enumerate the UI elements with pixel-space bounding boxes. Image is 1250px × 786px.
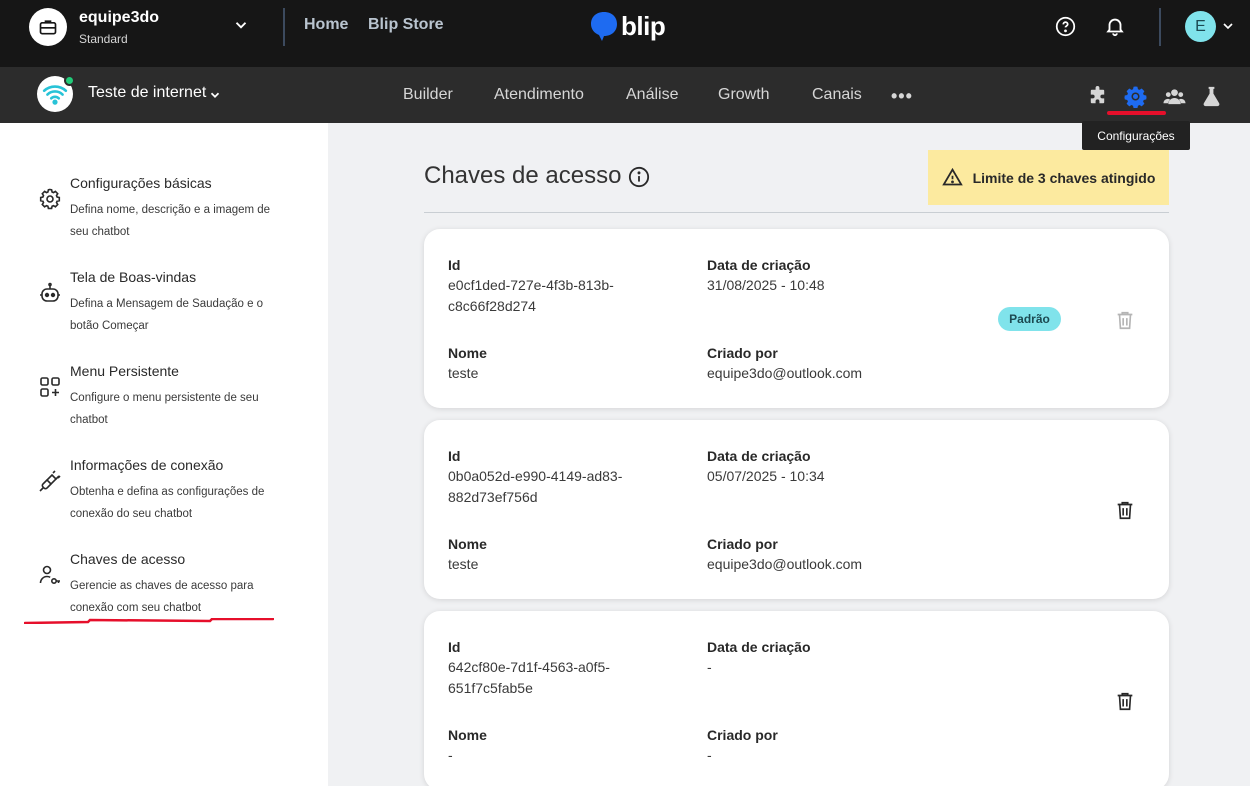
flask-icon[interactable] bbox=[1200, 85, 1223, 108]
limit-alert-text: Limite de 3 chaves atingido bbox=[972, 169, 1156, 186]
sidebar-item-chaves-acesso[interactable]: Chaves de acesso Gerencie as chaves de a… bbox=[38, 551, 298, 621]
key-id-line1: e0cf1ded-727e-4f3b-813b- bbox=[448, 277, 614, 293]
access-key-card: Id e0cf1ded-727e-4f3b-813b- c8c66f28d274… bbox=[424, 229, 1169, 408]
sidebar-item-boas-vindas[interactable]: Tela de Boas-vindas Defina a Mensagem de… bbox=[38, 269, 298, 339]
created-at-label: Data de criação bbox=[707, 639, 811, 655]
briefcase-icon[interactable] bbox=[29, 8, 67, 46]
created-by-label: Criado por bbox=[707, 536, 778, 552]
top-bar: equipe3do Standard Home Blip Store blip … bbox=[0, 0, 1250, 67]
created-at-value: 31/08/2025 - 10:48 bbox=[707, 277, 825, 293]
created-by-label: Criado por bbox=[707, 345, 778, 361]
nav-atendimento[interactable]: Atendimento bbox=[494, 86, 584, 104]
id-label: Id bbox=[448, 448, 461, 464]
key-id-line2: 651f7c5fab5e bbox=[448, 680, 533, 696]
online-status-dot bbox=[64, 75, 75, 86]
sidebar-item-title: Informações de conexão bbox=[70, 457, 224, 473]
name-label: Nome bbox=[448, 536, 487, 552]
sidebar-item-desc: Gerencie as chaves de acesso para conexã… bbox=[70, 580, 254, 614]
key-id-line1: 0b0a052d-e990-4149-ad83- bbox=[448, 468, 623, 484]
key-id-line2: c8c66f28d274 bbox=[448, 298, 536, 314]
name-value: teste bbox=[448, 556, 479, 572]
logo-text: blip bbox=[621, 10, 666, 41]
blip-store-link[interactable]: Blip Store bbox=[368, 16, 444, 34]
created-by-value: equipe3do@outlook.com bbox=[707, 365, 863, 381]
created-by-value: - bbox=[707, 747, 712, 763]
nav-builder[interactable]: Builder bbox=[403, 86, 453, 104]
settings-sidebar: Configurações básicas Defina nome, descr… bbox=[0, 123, 328, 786]
access-key-card: Id 642cf80e-7d1f-4563-a0f5- 651f7c5fab5e… bbox=[424, 611, 1169, 786]
home-link[interactable]: Home bbox=[304, 16, 348, 34]
gear-icon[interactable] bbox=[1124, 85, 1147, 108]
sidebar-item-desc: Configure o menu persistente de seu chat… bbox=[70, 392, 259, 426]
divider bbox=[424, 212, 1169, 213]
divider bbox=[283, 8, 285, 46]
name-value: - bbox=[448, 747, 453, 763]
name-value: teste bbox=[448, 365, 479, 381]
tooltip-configuracoes: Configurações bbox=[1082, 121, 1190, 150]
bot-name[interactable]: Teste de internet bbox=[88, 84, 206, 102]
plug-icon bbox=[39, 470, 61, 492]
gear-icon bbox=[39, 188, 61, 210]
sidebar-item-configuracoes-basicas[interactable]: Configurações básicas Defina nome, descr… bbox=[38, 175, 298, 245]
sidebar-item-title: Chaves de acesso bbox=[70, 551, 186, 567]
sidebar-item-menu-persistente[interactable]: Menu Persistente Configure o menu persis… bbox=[38, 363, 298, 433]
created-by-label: Criado por bbox=[707, 727, 778, 743]
sidebar-item-informacoes-conexao[interactable]: Informações de conexão Obtenha e defina … bbox=[38, 457, 298, 527]
bot-nav-bar: Teste de internet Builder Atendimento An… bbox=[0, 67, 1250, 123]
trash-icon[interactable] bbox=[1114, 499, 1136, 521]
info-icon[interactable] bbox=[628, 166, 650, 188]
sidebar-item-desc: Defina a Mensagem de Saudação e o botão … bbox=[70, 298, 264, 332]
chevron-down-icon[interactable] bbox=[208, 88, 222, 102]
divider bbox=[1159, 8, 1161, 46]
trash-icon[interactable] bbox=[1114, 690, 1136, 712]
sidebar-item-title: Tela de Boas-vindas bbox=[70, 269, 197, 285]
blip-bubble-icon bbox=[591, 12, 617, 41]
trash-icon bbox=[1117, 311, 1133, 330]
grid-plus-icon bbox=[40, 377, 60, 397]
access-key-card: Id 0b0a052d-e990-4149-ad83- 882d73ef756d… bbox=[424, 420, 1169, 599]
created-by-value: equipe3do@outlook.com bbox=[707, 556, 863, 572]
workspace-name[interactable]: equipe3do bbox=[79, 9, 159, 27]
nav-growth[interactable]: Growth bbox=[718, 86, 770, 104]
name-label: Nome bbox=[448, 727, 487, 743]
active-tab-indicator bbox=[1107, 111, 1166, 115]
robot-icon bbox=[40, 282, 60, 302]
warning-icon bbox=[941, 167, 963, 186]
avatar[interactable]: E bbox=[1185, 11, 1216, 42]
key-id-line2: 882d73ef756d bbox=[448, 489, 538, 505]
chevron-down-icon[interactable] bbox=[232, 16, 250, 34]
nav-canais[interactable]: Canais bbox=[812, 86, 862, 104]
highlight-underline bbox=[24, 618, 274, 624]
created-at-label: Data de criação bbox=[707, 257, 811, 273]
created-at-value: - bbox=[707, 659, 712, 675]
blip-logo[interactable]: blip bbox=[590, 10, 666, 42]
sidebar-item-desc: Obtenha e defina as configurações de con… bbox=[70, 486, 265, 520]
created-at-value: 05/07/2025 - 10:34 bbox=[707, 468, 825, 484]
puzzle-icon[interactable] bbox=[1086, 85, 1109, 108]
sidebar-item-desc: Defina nome, descrição e a imagem de seu… bbox=[70, 204, 271, 238]
users-icon[interactable] bbox=[1163, 85, 1186, 108]
sidebar-item-title: Configurações básicas bbox=[70, 175, 212, 191]
key-id-line1: 642cf80e-7d1f-4563-a0f5- bbox=[448, 659, 610, 675]
default-badge: Padrão bbox=[998, 307, 1061, 331]
sidebar-item-title: Menu Persistente bbox=[70, 363, 179, 379]
more-options-icon[interactable]: ••• bbox=[891, 86, 913, 107]
page-title: Chaves de acesso bbox=[424, 162, 622, 189]
id-label: Id bbox=[448, 639, 461, 655]
chevron-down-icon[interactable] bbox=[1220, 18, 1236, 34]
created-at-label: Data de criação bbox=[707, 448, 811, 464]
nav-analise[interactable]: Análise bbox=[626, 86, 678, 104]
wifi-icon bbox=[42, 85, 68, 105]
help-icon[interactable] bbox=[1055, 16, 1076, 37]
user-key-icon bbox=[39, 565, 60, 585]
workspace-plan: Standard bbox=[79, 32, 128, 46]
bell-icon[interactable] bbox=[1104, 15, 1126, 37]
limit-alert: Limite de 3 chaves atingido bbox=[928, 150, 1169, 205]
name-label: Nome bbox=[448, 345, 487, 361]
id-label: Id bbox=[448, 257, 461, 273]
